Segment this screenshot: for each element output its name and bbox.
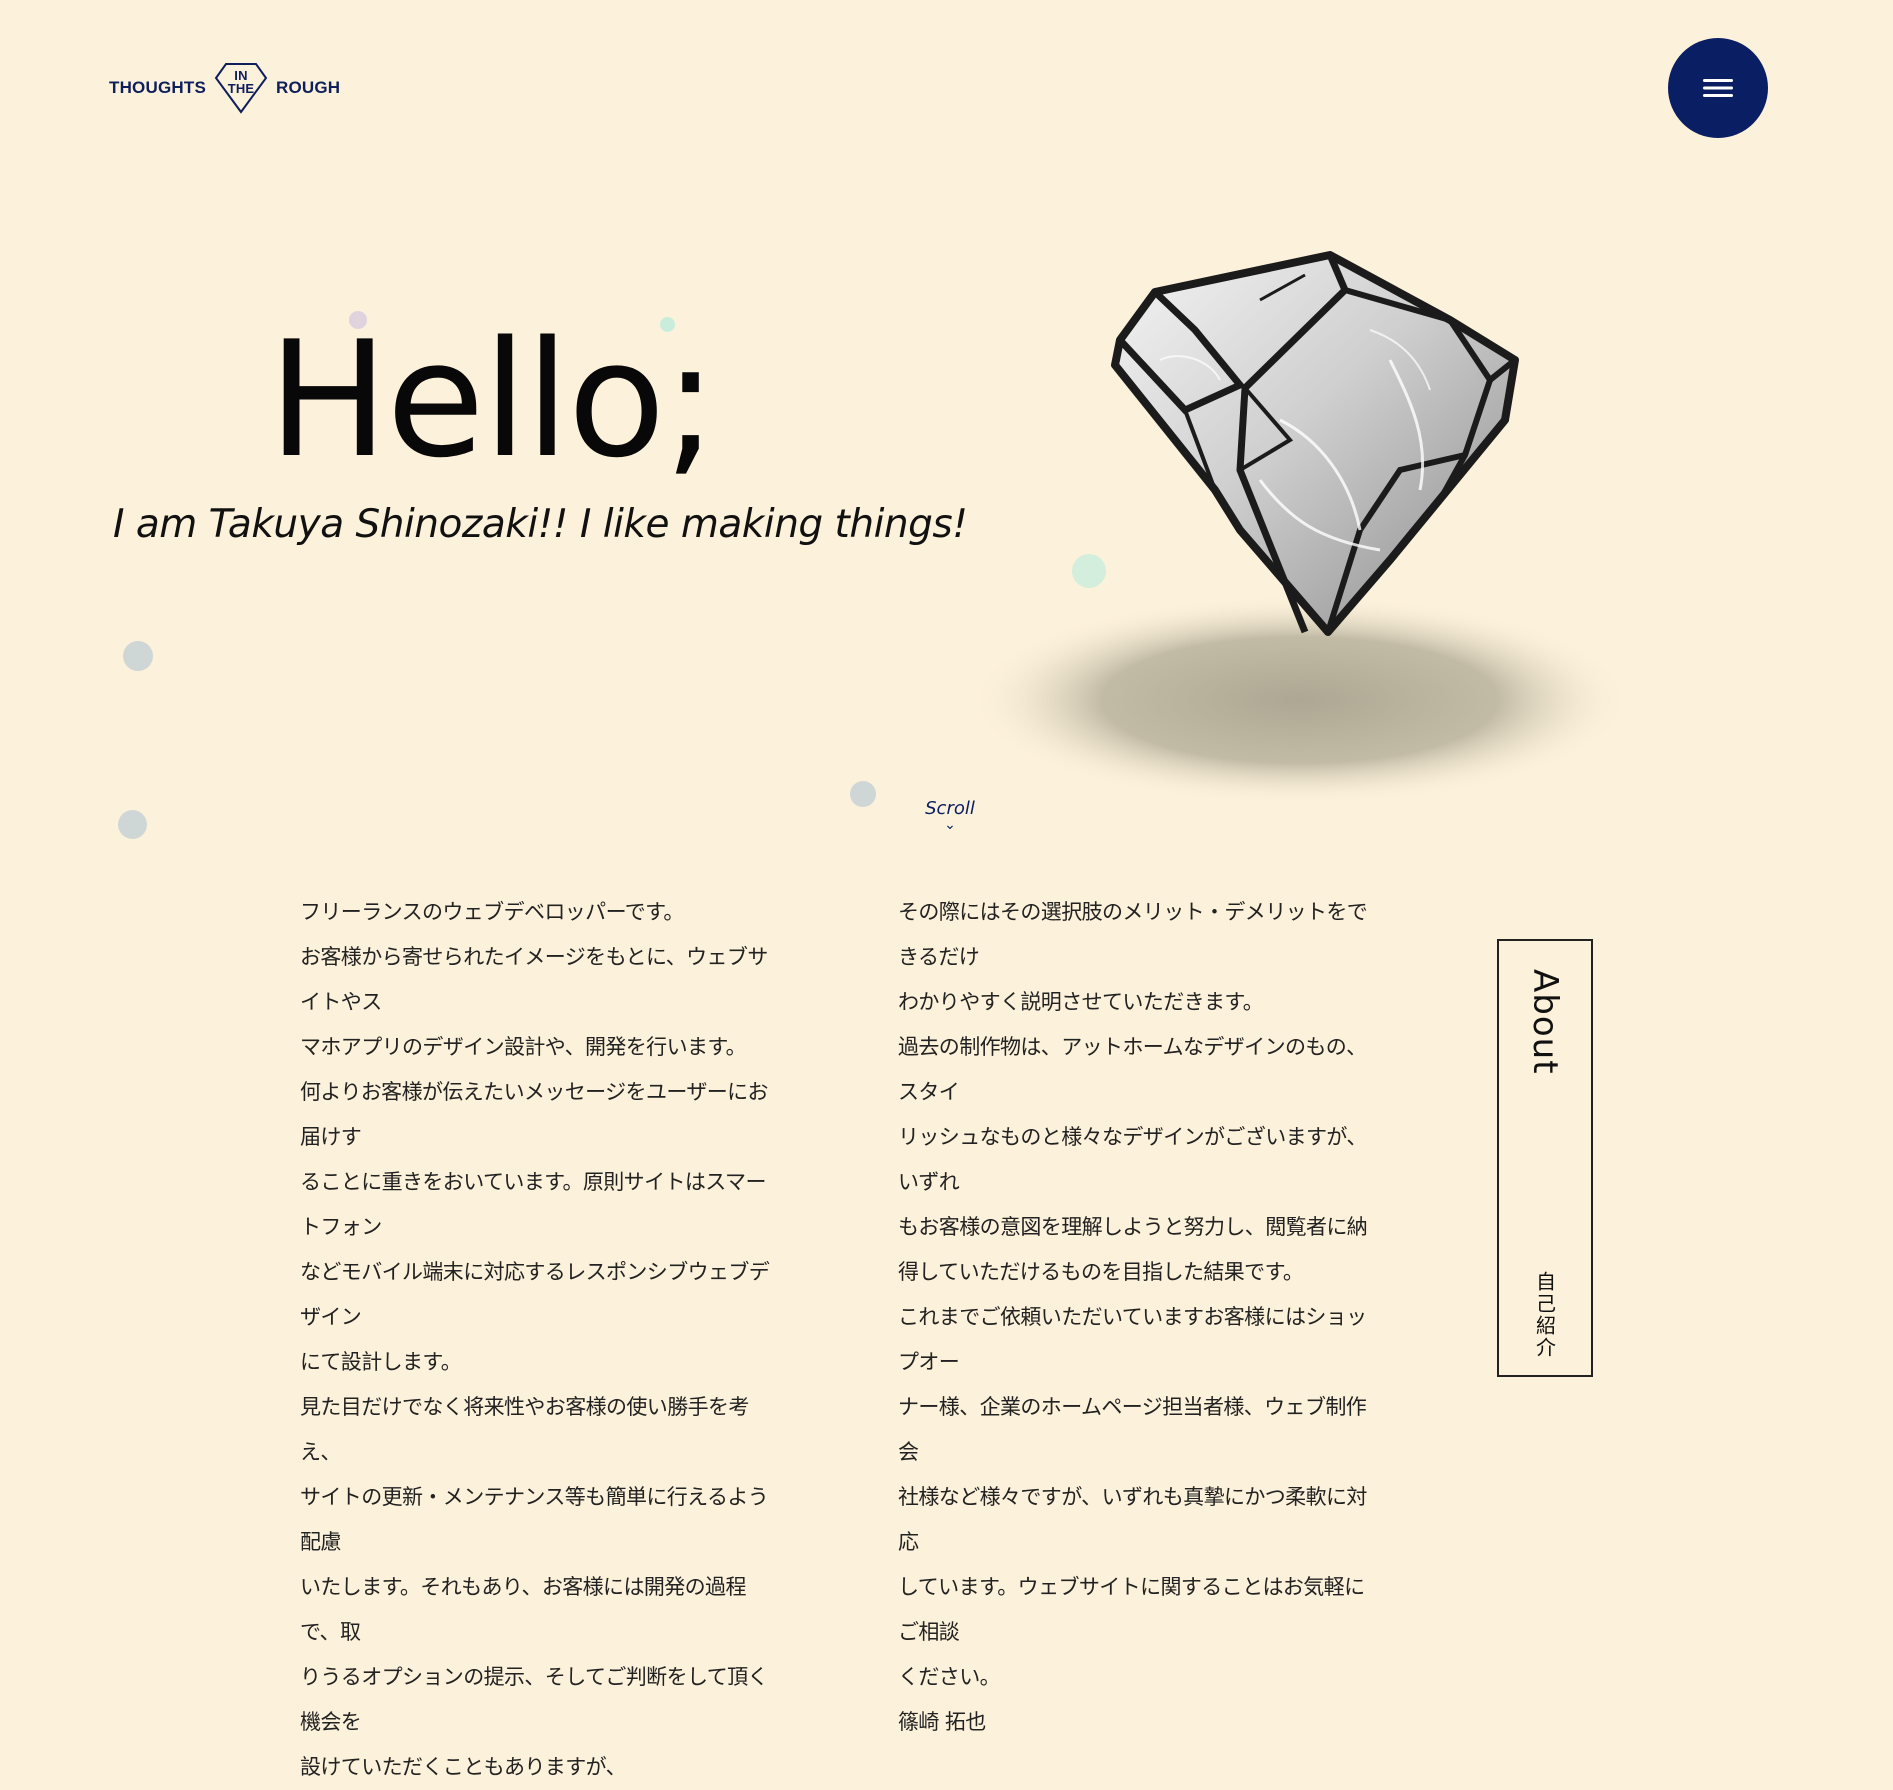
intro-line: マホアプリのデザイン設計や、開発を行います。: [300, 1035, 747, 1059]
chevron-down-icon: ⌄: [944, 817, 956, 833]
intro-line: サイトの更新・メンテナンス等も簡単に行えるよう配慮: [300, 1485, 769, 1554]
decorative-bubble: [850, 781, 876, 807]
intro-column-2: その際にはその選択肢のメリット・デメリットをできるだけ わかりやすく説明させてい…: [898, 890, 1378, 1745]
intro-line: 過去の制作物は、アットホームなデザインのもの、スタイ: [898, 1035, 1367, 1104]
intro-line: もお客様の意図を理解しようと努力し、閲覧者に納: [898, 1215, 1368, 1239]
intro-line: 見た目だけでなく将来性やお客様の使い勝手を考え、: [300, 1395, 749, 1464]
intro-line: りうるオプションの提示、そしてご判断をして頂く機会を: [300, 1665, 769, 1734]
author-signature: 篠崎 拓也: [898, 1710, 986, 1734]
hero-title: Hello;: [268, 306, 717, 493]
intro-column-1: フリーランスのウェブデベロッパーです。 お客様から寄せられたイメージをもとに、ウ…: [300, 890, 780, 1790]
logo-text-rough: ROUGH: [275, 78, 341, 97]
intro-line: フリーランスのウェブデベロッパーです。: [300, 900, 684, 924]
intro-line: しています。ウェブサイトに関することはお気軽にご相談: [898, 1575, 1365, 1644]
intro-line: 何よりお客様が伝えたいメッセージをユーザーにお届けす: [300, 1080, 769, 1149]
intro-line: ることに重きをおいています。原則サイトはスマートフォン: [300, 1170, 766, 1239]
intro-line: その際にはその選択肢のメリット・デメリットをできるだけ: [898, 900, 1368, 969]
intro-line: わかりやすく説明させていただきます。: [898, 990, 1264, 1014]
logo-diamond-icon: IN THE: [214, 63, 268, 114]
about-subtitle: 自己紹介: [1532, 1271, 1557, 1359]
intro-line: にて設計します。: [300, 1350, 462, 1374]
intro-line: 社様など様々ですが、いずれも真摯にかつ柔軟に対応: [898, 1485, 1367, 1554]
hamburger-icon: [1703, 79, 1733, 97]
scroll-label: Scroll: [925, 798, 975, 819]
scroll-indicator[interactable]: Scroll ⌄: [920, 798, 980, 833]
gem-body: [1111, 251, 1519, 636]
intro-line: ください。: [898, 1665, 1001, 1689]
about-section-label[interactable]: About 自己紹介: [1497, 939, 1593, 1377]
intro-line: これまでご依頼いただいていますお客様にはショップオー: [898, 1305, 1367, 1374]
menu-button[interactable]: [1668, 38, 1768, 138]
intro-line: リッシュなものと様々なデザインがございますが、いずれ: [898, 1125, 1367, 1194]
hero-tagline: I am Takuya Shinozaki!! I like making th…: [113, 502, 968, 547]
about-title: About: [1525, 969, 1565, 1075]
intro-line: などモバイル端末に対応するレスポンシブウェブデザイン: [300, 1260, 770, 1329]
intro-line: 設けていただくこともありますが、: [300, 1755, 627, 1779]
logo-text-the: THE: [228, 81, 255, 96]
intro-line: お客様から寄せられたイメージをもとに、ウェブサイトやス: [300, 945, 768, 1014]
decorative-bubble: [118, 810, 147, 839]
intro-line: 得していただけるものを目指した結果です。: [898, 1260, 1304, 1284]
intro-line: いたします。それもあり、お客様には開発の過程で、取: [300, 1575, 746, 1644]
intro-line: ナー様、企業のホームページ担当者様、ウェブ制作会: [898, 1395, 1367, 1464]
rough-gem-image: [970, 251, 1630, 805]
logo-text-thoughts: THOUGHTS: [109, 78, 206, 97]
decorative-bubble: [123, 641, 153, 671]
site-logo[interactable]: THOUGHTS IN THE ROUGH: [109, 60, 340, 116]
